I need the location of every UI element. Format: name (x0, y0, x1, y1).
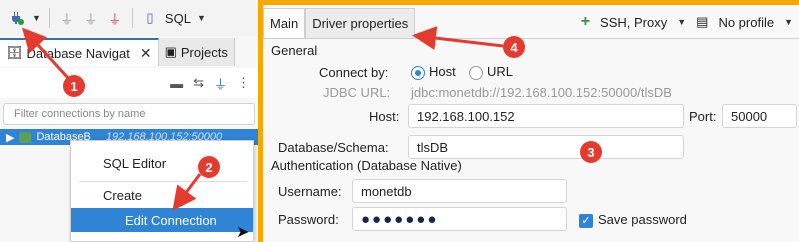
password-label: Password: (278, 212, 339, 227)
expand-arrow-icon[interactable]: ▶ (6, 131, 14, 144)
menu-icon[interactable]: ⋮ (237, 75, 250, 91)
profile-select[interactable]: No profile (718, 15, 774, 30)
ssh-dropdown-icon[interactable]: ▼ (677, 17, 686, 27)
link-editor-icon[interactable]: ⇆ (193, 75, 204, 91)
menu-divider (79, 181, 247, 182)
new-connection-icon[interactable]: ⏚ (214, 74, 227, 93)
close-icon[interactable]: ✕ (140, 45, 152, 62)
radio-host[interactable]: Host (411, 64, 456, 80)
sql-button[interactable]: SQL (165, 11, 191, 26)
tab-driver-properties[interactable]: Driver properties (305, 8, 416, 38)
tab-label: Projects (180, 44, 228, 60)
toolbar-divider (131, 8, 133, 28)
left-tabs: 🗄 Database Navigat ✕ ▣ Projects (0, 38, 258, 66)
main-toolbar: ▼ ⏚ ⏚ ⏚ ▯ SQL ▼ (0, 0, 258, 36)
radio-host-indicator[interactable] (411, 65, 425, 80)
password-field[interactable]: ●●●●●●● (352, 207, 567, 231)
tab-main[interactable]: Main (263, 8, 306, 38)
auth-section-label: Authentication (Database Native) (271, 158, 462, 173)
annotation-badge-2: 2 (198, 156, 220, 178)
tab-label: Database Navigat (26, 45, 130, 61)
connect-by-label: Connect by: (319, 65, 389, 80)
connect-plug-icon[interactable]: ⏚ (58, 9, 76, 27)
profile-dropdown-icon[interactable]: ▼ (784, 17, 793, 27)
database-icon: 🗄 (6, 45, 23, 60)
annotation-badge-4: 4 (503, 36, 525, 58)
jdbc-url-value: jdbc:monetdb://192.168.100.152:50000/tls… (411, 85, 672, 100)
save-password-checkbox[interactable]: ✓ Save password (579, 212, 687, 228)
port-label: Port: (689, 109, 717, 124)
menu-item-create[interactable]: Create (71, 183, 253, 207)
dialog-toolbar: + SSH, Proxy ▼ ▤ No profile ▼ (581, 13, 793, 31)
plus-icon[interactable]: + (581, 13, 590, 31)
dialog-tabs: Main Driver properties + SSH, Proxy ▼ ▤ … (263, 5, 799, 39)
tab-projects[interactable]: ▣ Projects (158, 38, 235, 66)
general-section-label: General (271, 43, 318, 58)
toolbar-divider (48, 8, 50, 28)
new-connection-icon[interactable] (8, 9, 26, 27)
annotation-badge-1: 1 (63, 75, 85, 97)
username-label: Username: (278, 184, 342, 199)
filter-input[interactable]: Filter connections by name (3, 103, 255, 125)
disconnect-plug-icon[interactable]: ⏚ (82, 9, 100, 27)
host-field[interactable]: 192.168.100.152 (408, 104, 684, 128)
connection-icon (19, 131, 32, 143)
dialog-frame: Main Driver properties + SSH, Proxy ▼ ▤ … (258, 0, 799, 242)
username-field[interactable]: monetdb (352, 179, 567, 203)
sql-dropdown-icon[interactable]: ▼ (197, 13, 206, 23)
menu-item-sql-editor[interactable]: SQL Editor (71, 151, 253, 175)
new-connection-dropdown-icon[interactable]: ▼ (32, 13, 41, 23)
host-label: Host: (369, 109, 400, 124)
radio-url[interactable]: URL (469, 64, 513, 80)
save-password-label: Save password (598, 212, 687, 227)
radio-url-label: URL (487, 64, 514, 79)
context-menu: SQL Editor Create Edit Connection (70, 140, 254, 242)
invalidate-plug-icon[interactable]: ⏚ (106, 9, 124, 27)
connection-settings-dialog: Main Driver properties + SSH, Proxy ▼ ▤ … (263, 5, 799, 242)
navigator-panel: ▼ ⏚ ⏚ ⏚ ▯ SQL ▼ 🗄 Database Navigat ✕ ▣ P… (0, 0, 258, 242)
annotation-badge-3: 3 (580, 141, 602, 163)
ssh-proxy-button[interactable]: SSH, Proxy (600, 15, 667, 30)
radio-host-label: Host (429, 64, 456, 79)
checkmark-icon[interactable]: ✓ (579, 213, 593, 228)
sql-editor-icon[interactable]: ▯ (141, 9, 159, 27)
collapse-all-icon[interactable]: ▬ (170, 76, 183, 91)
database-schema-label: Database/Schema: (278, 140, 389, 155)
jdbc-url-label: JDBC URL: (323, 85, 391, 100)
database-schema-field[interactable]: tlsDB (408, 135, 684, 159)
projects-icon: ▣ (164, 44, 177, 59)
port-field[interactable]: 50000 (722, 104, 797, 128)
mouse-cursor-icon: ➤ (236, 224, 250, 241)
menu-item-edit-connection[interactable]: Edit Connection (71, 208, 253, 232)
navigator-toolbar: ▬ ⇆ ⏚ ⋮ (0, 68, 258, 98)
radio-url-indicator[interactable] (469, 65, 483, 80)
tab-database-navigator[interactable]: 🗄 Database Navigat ✕ (0, 38, 159, 66)
profile-doc-icon: ▤ (696, 14, 709, 29)
